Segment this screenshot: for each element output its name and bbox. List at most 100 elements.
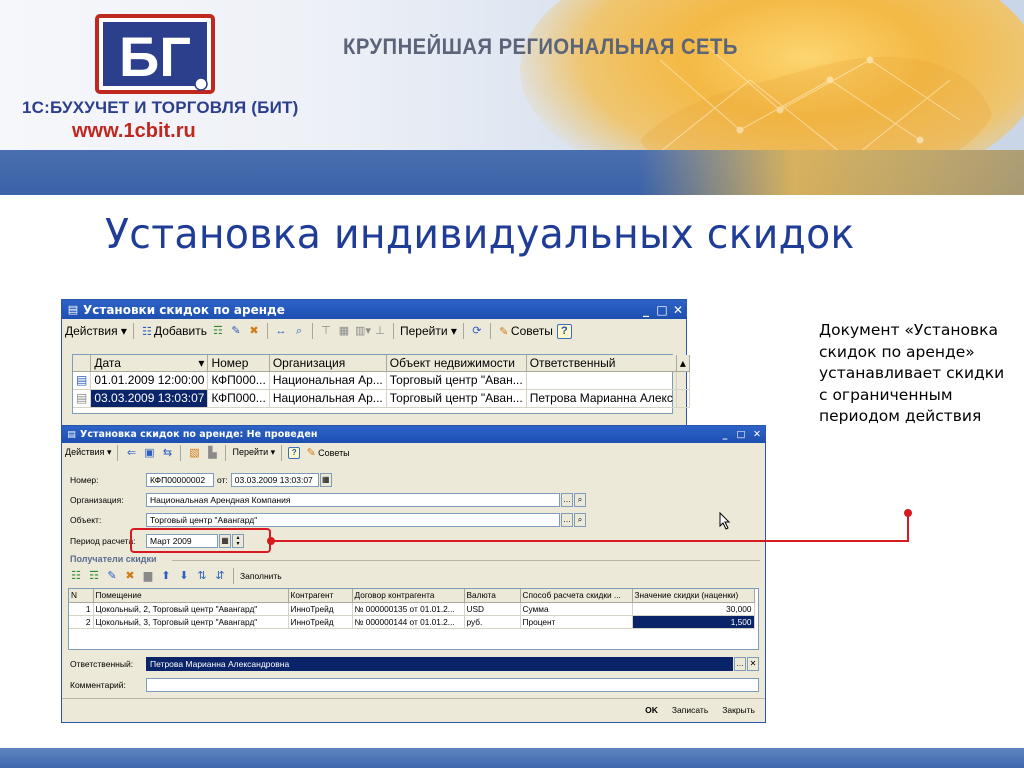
sort-desc-icon[interactable]: ⇵ xyxy=(213,569,227,583)
clear-filter-icon[interactable]: ⊥ xyxy=(373,324,387,338)
minimize-icon[interactable]: _ xyxy=(717,429,733,440)
minimize-icon[interactable]: _ xyxy=(638,303,654,317)
tips-icon: ✎ xyxy=(306,446,316,459)
edit-row-icon[interactable]: ✎ xyxy=(105,569,119,583)
scroll-up-icon[interactable]: ▴ xyxy=(676,355,690,372)
grid-header-counterparty[interactable]: Контрагент xyxy=(288,589,353,603)
back-icon[interactable]: ⇐ xyxy=(124,446,138,460)
calendar-icon[interactable]: ▦ xyxy=(319,473,332,487)
edit-icon[interactable]: ✎ xyxy=(229,324,243,338)
find-icon[interactable]: ⌕ xyxy=(292,324,306,338)
actions-menu[interactable]: Действия ▾ xyxy=(65,447,111,458)
cell-counterparty[interactable]: ИнноТрейд xyxy=(288,615,353,629)
cell-method[interactable]: Процент xyxy=(520,615,633,629)
filter-current-icon[interactable]: ▦ xyxy=(337,324,351,338)
print-icon[interactable]: ▙ xyxy=(205,446,219,460)
select-ellipsis-icon[interactable]: … xyxy=(561,513,573,527)
list-window-titlebar[interactable]: ▤ Установки скидок по аренде _ □ ✕ xyxy=(62,300,686,319)
number-field[interactable]: КФП00000002 xyxy=(146,473,214,487)
cell-currency[interactable]: USD xyxy=(464,602,521,616)
close-icon[interactable]: ✕ xyxy=(749,429,765,440)
table-row[interactable]: ▤ 03.03.2009 13:03:07 КФП000... Национал… xyxy=(73,389,690,408)
object-row: Объект: Торговый центр "Авангард" … ⌕ xyxy=(70,513,586,527)
grid-header-n[interactable]: N xyxy=(69,589,94,603)
actions-menu[interactable]: Действия ▾ xyxy=(65,324,127,338)
tips-button[interactable]: ✎ Советы xyxy=(497,324,553,339)
select-ellipsis-icon[interactable]: … xyxy=(734,657,746,671)
grid-header-contract[interactable]: Договор контрагента xyxy=(352,589,465,603)
maximize-icon[interactable]: □ xyxy=(654,303,670,317)
annotation-text: Документ «Установка скидок по аренде» ус… xyxy=(819,321,1005,425)
date-field[interactable]: 03.03.2009 13:03:07 xyxy=(230,473,319,487)
structure-icon[interactable]: ▧ xyxy=(187,446,201,460)
cell-premises[interactable]: Цокольный, 2, Торговый центр "Авангард" xyxy=(93,602,289,616)
fill-button[interactable]: Заполнить xyxy=(240,571,282,581)
list-header-number[interactable]: Номер xyxy=(207,355,270,372)
unpost-icon[interactable]: ⇆ xyxy=(160,446,174,460)
open-search-icon[interactable]: ⌕ xyxy=(574,493,586,507)
save-button[interactable]: Записать xyxy=(666,702,714,718)
help-icon[interactable]: ? xyxy=(288,446,301,459)
copy-row-icon[interactable]: ☶ xyxy=(87,569,101,583)
select-ellipsis-icon[interactable]: … xyxy=(561,493,573,507)
comment-field[interactable] xyxy=(146,678,759,692)
org-row: Организация: Национальная Арендная Компа… xyxy=(70,493,586,507)
goto-menu[interactable]: Перейти ▾ xyxy=(232,447,275,458)
scroll-track[interactable] xyxy=(676,371,690,390)
move-down-icon[interactable]: ⬇ xyxy=(177,569,191,583)
object-field[interactable]: Торговый центр "Авангард" xyxy=(146,513,560,527)
filter-icon[interactable]: ⊤ xyxy=(319,324,333,338)
grid-header-value[interactable]: Значение скидки (наценки) xyxy=(632,589,755,603)
filter-history-icon[interactable]: ▥▾ xyxy=(355,324,371,338)
ok-button[interactable]: OK xyxy=(639,702,664,718)
cell-currency[interactable]: руб. xyxy=(464,615,521,629)
cell-contract[interactable]: № 000000144 от 01.01.2... xyxy=(352,615,465,629)
list-header-date[interactable]: Дата ▾ xyxy=(90,355,209,372)
cell-value-selected[interactable]: 1,500 xyxy=(632,615,755,629)
refresh-icon[interactable]: ⟳ xyxy=(470,324,484,338)
goto-menu[interactable]: Перейти ▾ xyxy=(400,324,457,338)
list-header-responsible[interactable]: Ответственный xyxy=(526,355,677,372)
table-row[interactable]: 1 Цокольный, 2, Торговый центр "Авангард… xyxy=(69,602,755,616)
responsible-field[interactable]: Петрова Марианна Александровна xyxy=(146,657,733,671)
move-up-icon[interactable]: ⬆ xyxy=(159,569,173,583)
slide: БГ 1С:БУХУЧЕТ И ТОРГОВЛЯ (БИТ) www.1cbit… xyxy=(0,0,1024,768)
cell-premises[interactable]: Цокольный, 3, Торговый центр "Авангард" xyxy=(93,615,289,629)
grid-header-premises[interactable]: Помещение xyxy=(93,589,289,603)
maximize-icon[interactable]: □ xyxy=(733,429,749,440)
row-date: 03.03.2009 13:03:07 xyxy=(90,389,209,408)
cell-method[interactable]: Сумма xyxy=(520,602,633,616)
cell-n: 1 xyxy=(69,602,94,616)
add-row-icon[interactable]: ☷ xyxy=(69,569,83,583)
number-row: Номер: КФП00000002 от: 03.03.2009 13:03:… xyxy=(70,473,332,487)
help-icon[interactable]: ? xyxy=(556,323,572,339)
doc-window-titlebar[interactable]: ▤ Установка скидок по аренде: Не проведе… xyxy=(62,426,765,443)
recipients-grid: N Помещение Контрагент Договор контраген… xyxy=(69,589,755,629)
grid-header-method[interactable]: Способ расчета скидки ... xyxy=(520,589,633,603)
clear-icon[interactable]: ✕ xyxy=(747,657,759,671)
tips-button[interactable]: ✎ Советы xyxy=(304,446,350,460)
delete-mark-icon[interactable]: ✖ xyxy=(247,324,261,338)
cell-value[interactable]: 30,000 xyxy=(632,602,755,616)
close-button[interactable]: Закрыть xyxy=(716,702,761,718)
list-header-object[interactable]: Объект недвижимости xyxy=(386,355,527,372)
table-row[interactable]: ▤ 01.01.2009 12:00:00 КФП000... Национал… xyxy=(73,371,690,390)
table-row[interactable]: 2 Цокольный, 3, Торговый центр "Авангард… xyxy=(69,615,755,629)
add-button[interactable]: ☷ Добавить xyxy=(140,324,207,339)
end-edit-icon[interactable]: ▆ xyxy=(141,569,155,583)
org-field[interactable]: Национальная Арендная Компания xyxy=(146,493,560,507)
sort-asc-icon[interactable]: ⇅ xyxy=(195,569,209,583)
row-object: Торговый центр "Аван... xyxy=(386,389,527,408)
grid-header-currency[interactable]: Валюта xyxy=(464,589,521,603)
list-header-org[interactable]: Организация xyxy=(269,355,387,372)
open-search-icon[interactable]: ⌕ xyxy=(574,513,586,527)
scroll-track[interactable] xyxy=(676,389,690,408)
delete-row-icon[interactable]: ✖ xyxy=(123,569,137,583)
cell-contract[interactable]: № 000000135 от 01.01.2... xyxy=(352,602,465,616)
close-icon[interactable]: ✕ xyxy=(670,303,686,317)
interval-icon[interactable]: ↔ xyxy=(274,324,288,338)
company-website[interactable]: www.1cbit.ru xyxy=(72,120,196,143)
copy-icon[interactable]: ☶ xyxy=(211,324,225,338)
post-icon[interactable]: ▣ xyxy=(142,446,156,460)
cell-counterparty[interactable]: ИнноТрейд xyxy=(288,602,353,616)
